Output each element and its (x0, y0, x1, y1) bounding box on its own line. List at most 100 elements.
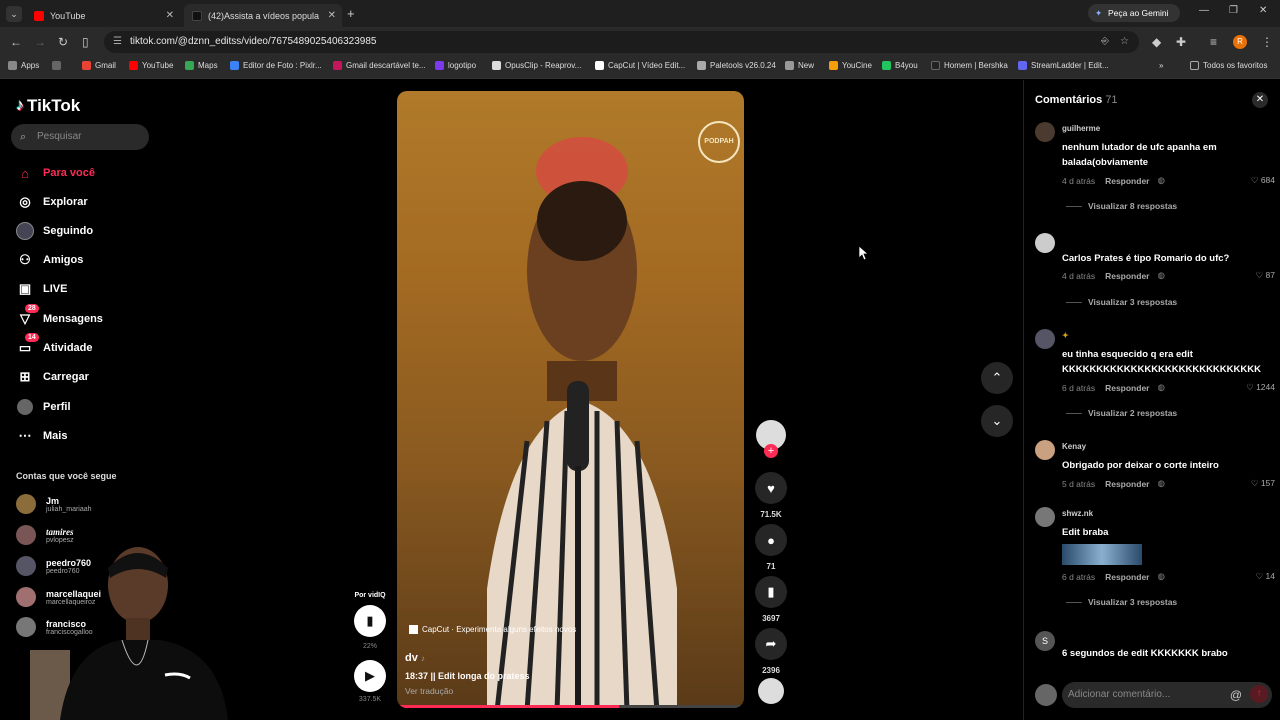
search-input[interactable]: ⌕ Pesquisar (11, 124, 149, 150)
avatar[interactable] (1035, 329, 1055, 349)
bookmark-gmail[interactable]: Gmail (82, 61, 116, 70)
video-progress-bar[interactable] (397, 705, 744, 708)
reply-button[interactable]: Responder (1105, 572, 1149, 582)
view-replies-button[interactable]: Visualizar 2 respostas (1066, 408, 1177, 418)
new-tab-button[interactable]: + (347, 6, 355, 21)
reply-button[interactable]: Responder (1105, 383, 1149, 393)
nav-mais[interactable]: ⋯ Mais (16, 427, 68, 445)
followed-account[interactable]: Jm juliah_mariaah (16, 494, 92, 514)
previous-video-button[interactable]: ⌃ (981, 362, 1013, 394)
nav-mensagens[interactable]: ▽ 28 Mensagens (16, 304, 103, 328)
bookmark-icon[interactable]: ▮ (755, 576, 787, 608)
creator-avatar-action[interactable]: + (754, 420, 788, 458)
close-tab-icon[interactable]: ✕ (328, 10, 336, 21)
nav-atividade[interactable]: ▭ 14 Atividade (16, 333, 93, 357)
comment-likes[interactable]: ♡ 1244 (1246, 382, 1275, 393)
nav-live[interactable]: ▣ LIVE (16, 280, 68, 298)
close-window-button[interactable]: ✕ (1259, 5, 1267, 16)
avatar[interactable] (1035, 122, 1055, 142)
comment-icon[interactable]: ● (755, 524, 787, 556)
comment-input[interactable]: Adicionar comentário... @ ☺ (1062, 682, 1272, 708)
bookmark-all-favorites[interactable]: Todos os favoritos (1190, 61, 1267, 70)
bookmark-b4you[interactable]: B4you (882, 61, 918, 70)
video-author[interactable]: dv ♪ (405, 652, 530, 664)
gemini-button[interactable]: ✦ Peça ao Gemini (1088, 4, 1180, 22)
post-comment-button[interactable]: ↑ (1250, 685, 1268, 703)
comment-likes[interactable]: ♡ 87 (1256, 270, 1275, 281)
site-info-icon[interactable]: ☰ (113, 31, 122, 53)
nav-perfil[interactable]: Perfil (16, 398, 71, 416)
tab-tiktok[interactable]: (42)Assista a vídeos popula ✕ (184, 4, 342, 27)
close-tab-icon[interactable]: ✕ (166, 10, 174, 21)
view-replies-button[interactable]: Visualizar 3 respostas (1066, 297, 1177, 307)
bookmark-opusclip[interactable]: OpusClip - Reaprov... (492, 61, 581, 70)
sidepanel-icon[interactable]: ▯ (82, 35, 89, 49)
bookmark-paletools[interactable]: Paletools v26.0.24 (697, 61, 776, 70)
forward-icon[interactable]: → (34, 35, 46, 49)
reply-button[interactable]: Responder (1105, 479, 1149, 489)
translate-icon[interactable]: ⎆ (1101, 31, 1109, 53)
bookmark-apps[interactable]: Apps (8, 61, 39, 70)
bookmark-new[interactable]: New (785, 61, 814, 70)
minimize-button[interactable]: — (1199, 5, 1209, 16)
translate-link[interactable]: Ver tradução (405, 686, 530, 696)
vidiq-stats-button[interactable]: ▮ (354, 605, 386, 637)
reply-button[interactable]: Responder (1105, 271, 1149, 281)
capcut-label[interactable]: CapCut · Experimenta alguns efeitos novo… (409, 625, 576, 634)
bookmark-youtube[interactable]: YouTube (129, 61, 173, 70)
bookmarks-overflow-icon[interactable]: » (1159, 61, 1163, 70)
nav-carregar[interactable]: ⊞ Carregar (16, 368, 89, 386)
nav-explorar[interactable]: ◎ Explorar (16, 193, 87, 211)
follow-plus-icon[interactable]: + (764, 444, 778, 458)
restore-button[interactable]: ❐ (1229, 5, 1238, 16)
heart-icon[interactable]: ♥ (755, 472, 787, 504)
view-replies-button[interactable]: Visualizar 3 respostas (1066, 597, 1177, 607)
mention-icon[interactable]: @ (1230, 682, 1242, 708)
bookmark-maps[interactable]: Maps (185, 61, 218, 70)
like-action[interactable]: ♥ 71.5K (754, 472, 788, 519)
comment-likes[interactable]: ♡ 157 (1251, 478, 1275, 489)
tab-list-button[interactable]: ⌄ (6, 6, 22, 22)
comment-image-thumbnail[interactable] (1062, 544, 1142, 565)
menu-icon[interactable]: ⋮ (1261, 35, 1273, 49)
next-video-button[interactable]: ⌄ (981, 405, 1013, 437)
avatar[interactable] (1035, 233, 1055, 253)
comment-likes[interactable]: ♡ 14 (1256, 571, 1275, 582)
bookmark-star-icon[interactable]: ☆ (1120, 31, 1129, 53)
avatar[interactable]: S (1035, 631, 1055, 651)
view-replies-button[interactable]: Visualizar 8 respostas (1066, 201, 1177, 211)
bookmark-streamladder[interactable]: StreamLadder | Edit... (1018, 61, 1109, 70)
share-icon[interactable]: ➦ (755, 628, 787, 660)
bookmark-youcine[interactable]: YouCine (829, 61, 872, 70)
reply-button[interactable]: Responder (1105, 176, 1149, 186)
tab-youtube[interactable]: YouTube ✕ (26, 4, 180, 27)
bookmark-bershka[interactable]: Homem | Bershka (931, 61, 1008, 70)
nav-para-voce[interactable]: ⌂ Para você (16, 164, 95, 182)
sound-avatar[interactable] (754, 678, 788, 704)
avatar[interactable] (1035, 507, 1055, 527)
extensions-puzzle-icon[interactable]: ✚ (1176, 35, 1186, 49)
comment-likes[interactable]: ♡ 684 (1251, 175, 1275, 186)
profile-avatar[interactable]: R (1233, 35, 1247, 49)
bookmark-logotipo[interactable]: logotipo (435, 61, 476, 70)
extension-icon[interactable]: ◆ (1152, 35, 1161, 49)
avatar[interactable] (1035, 440, 1055, 460)
bookmark-gmail-temp[interactable]: Gmail descartável te... (333, 61, 426, 70)
comment-action[interactable]: ● 71 (754, 524, 788, 571)
share-action[interactable]: ➦ 2396 (754, 628, 788, 675)
bookmark-grid[interactable] (52, 61, 65, 70)
reload-icon[interactable]: ↻ (58, 35, 68, 49)
video-player[interactable]: PODPAH CapCut · Experimenta alguns efeit… (397, 91, 744, 708)
tiktok-logo[interactable]: ♪ TikTok (16, 96, 80, 116)
url-bar[interactable]: ☰ tiktok.com/@dznn_editss/video/76754890… (104, 31, 1139, 53)
nav-seguindo[interactable]: Seguindo (16, 222, 93, 240)
close-comments-icon[interactable]: ✕ (1252, 92, 1268, 108)
back-icon[interactable]: ← (10, 35, 22, 49)
bookmark-pixlr[interactable]: Editor de Foto : Pixlr... (230, 61, 322, 70)
vidiq-play-button[interactable]: ▶ (354, 660, 386, 692)
save-action[interactable]: ▮ 3697 (754, 576, 788, 623)
nav-amigos[interactable]: ⚇ Amigos (16, 251, 83, 269)
username-emoji[interactable]: ✦ (1062, 331, 1069, 340)
media-icon[interactable]: ≡ (1210, 35, 1217, 49)
bookmark-capcut[interactable]: CapCut | Vídeo Edit... (595, 61, 685, 70)
